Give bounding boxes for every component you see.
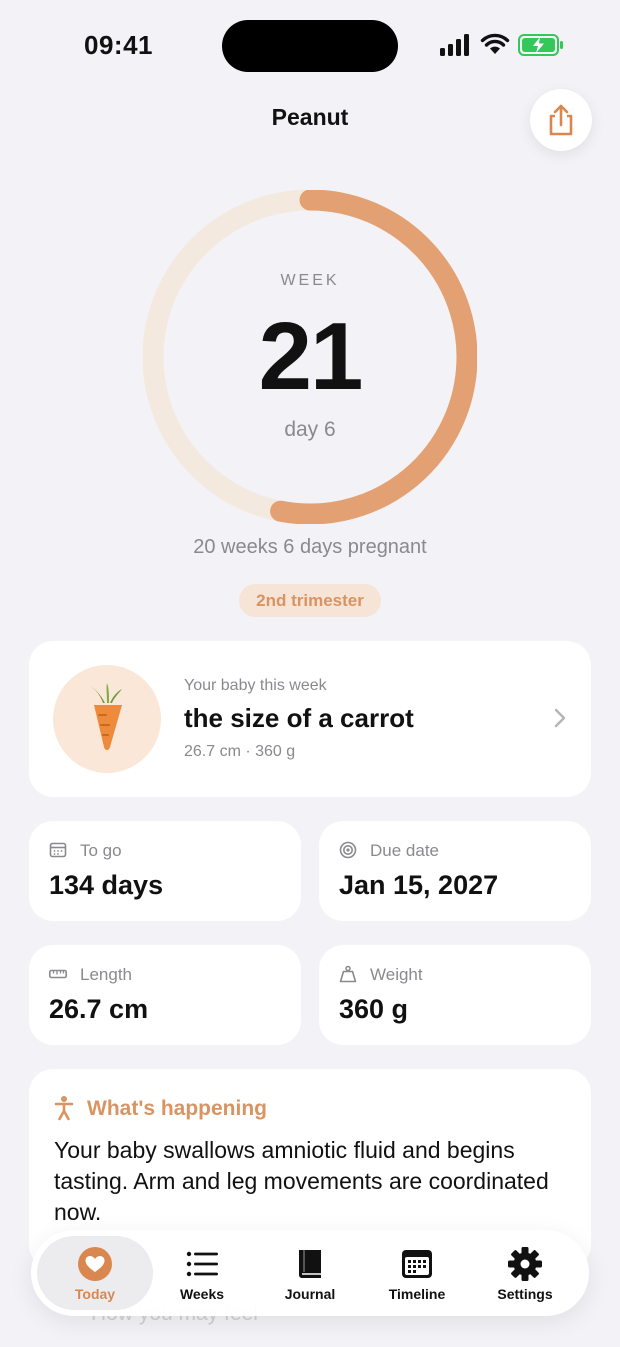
due-date-label: Due date [370,841,439,860]
gear-icon [508,1247,542,1281]
baby-measurements: 26.7 cm · 360 g [184,743,296,760]
calendar-icon [402,1250,432,1278]
tab-journal[interactable]: Journal [255,1230,365,1316]
pregnancy-summary: 20 weeks 6 days pregnant [193,536,427,558]
fruit-badge [53,665,161,773]
days-to-go-card: To go 134 days [29,821,301,921]
weight-label: Weight [370,965,423,984]
trimester-badge: 2nd trimester [239,584,381,617]
wifi-icon [480,33,510,54]
to-go-value: 134 days [49,870,164,900]
status-bar: 09:41 [0,0,620,90]
chevron-right-icon [554,708,566,728]
due-date-card: Due date Jan 15, 2027 [319,821,591,921]
heart-icon [78,1247,112,1281]
calendar-small-icon [49,842,67,858]
tab-timeline-label: Timeline [388,1286,446,1302]
scale-weight-icon [339,965,357,983]
baby-size-text: the size of a carrot [184,703,414,733]
week-label: WEEK [280,272,340,289]
list-icon [186,1251,218,1277]
dynamic-island [222,20,398,72]
whats-happening-title: What's happening [87,1097,267,1120]
tab-today[interactable]: Today [37,1236,153,1310]
status-time: 09:41 [84,30,153,60]
length-card: Length 26.7 cm [29,945,301,1045]
tab-weeks[interactable]: Weeks [147,1230,257,1316]
length-value: 26.7 cm [49,994,149,1024]
tab-bar: Today Weeks Journal Timeline Settings [31,1230,589,1316]
page-title: Peanut [271,104,349,130]
tab-settings[interactable]: Settings [470,1230,580,1316]
tab-today-label: Today [74,1286,116,1302]
to-go-label: To go [80,841,122,860]
ruler-icon [49,969,67,979]
cellular-signal-icon [440,34,469,56]
battery-charging-icon [518,34,563,56]
tab-journal-label: Journal [284,1286,336,1302]
length-label: Length [80,965,132,984]
day-label: day 6 [284,418,336,441]
weight-value: 360 g [339,994,409,1024]
book-icon [299,1250,321,1278]
due-date-value: Jan 15, 2027 [339,870,499,900]
tab-weeks-label: Weeks [179,1286,225,1302]
carrot-icon [92,683,122,750]
week-number: 21 [258,303,364,410]
whats-happening-text: Your baby swallows amniotic fluid and be… [54,1137,549,1225]
person-icon [54,1096,74,1121]
tab-timeline[interactable]: Timeline [362,1230,472,1316]
target-icon [339,841,357,859]
baby-caption: Your baby this week [184,677,327,694]
tab-settings-label: Settings [497,1286,553,1302]
share-button[interactable] [530,89,592,151]
share-icon [549,104,573,136]
weight-card: Weight 360 g [319,945,591,1045]
baby-size-card[interactable]: Your baby this week the size of a carrot… [29,641,591,797]
